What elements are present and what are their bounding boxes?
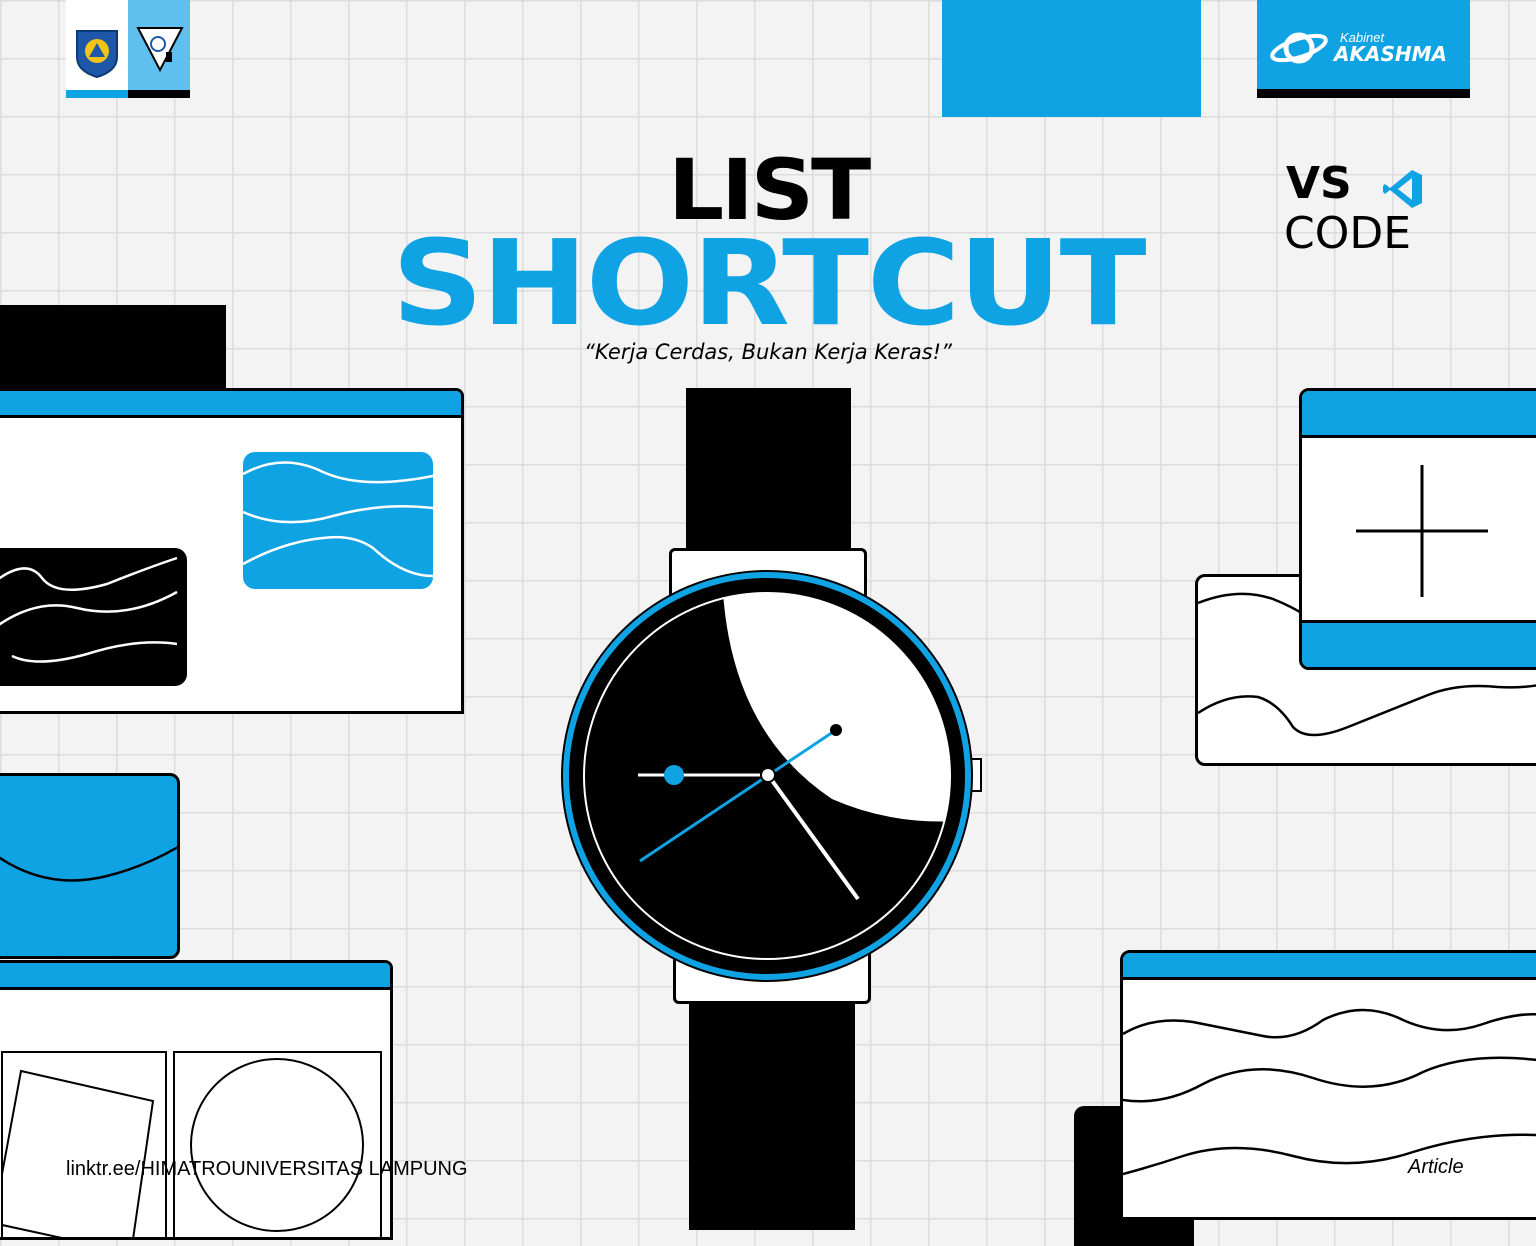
watch-strap-top	[686, 388, 851, 568]
left-top-window	[0, 388, 464, 714]
vscode-icon	[1383, 170, 1422, 208]
wave-card-dark	[0, 548, 187, 686]
university-seal-icon	[76, 30, 118, 79]
watch-face	[561, 570, 973, 982]
square-frame	[0, 1051, 167, 1237]
tagline: “Kerja Cerdas, Bukan Kerja Keras!”	[584, 340, 952, 364]
top-blue-block	[942, 0, 1201, 117]
left-blue-card	[0, 773, 180, 959]
orbit-logo-icon	[1270, 32, 1328, 64]
vs-label: VS	[1286, 158, 1352, 209]
code-label: CODE	[1284, 208, 1412, 259]
logo-block	[66, 0, 190, 98]
circle-frame	[173, 1051, 382, 1237]
kabinet-name-label: AKASHMA	[1334, 42, 1447, 66]
footer-article-label: Article	[1408, 1156, 1464, 1178]
wave-card-blue	[242, 452, 434, 589]
himatro-emblem-icon	[136, 27, 184, 72]
right-bottom-window	[1120, 950, 1536, 1220]
watch-strap-bottom	[689, 990, 855, 1230]
left-bottom-window	[0, 960, 393, 1240]
plus-icon	[1356, 465, 1488, 597]
left-black-bar	[0, 305, 226, 397]
right-plus-window	[1299, 388, 1536, 670]
footer-link[interactable]: linktr.ee/HIMATROUNIVERSITAS LAMPUNG	[66, 1158, 468, 1181]
